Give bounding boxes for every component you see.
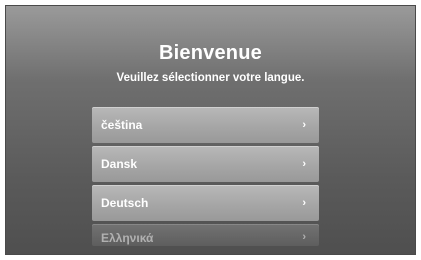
language-item-dansk[interactable]: Dansk ›	[92, 146, 319, 182]
chevron-right-icon: ›	[302, 158, 306, 170]
page-title: Bienvenue	[159, 42, 262, 64]
language-label: Dansk	[101, 157, 138, 171]
chevron-right-icon: ›	[302, 231, 306, 243]
page-subtitle: Veuillez sélectionner votre langue.	[116, 72, 305, 84]
chevron-right-icon: ›	[302, 119, 306, 131]
language-item-cestina[interactable]: čeština ›	[92, 107, 319, 143]
language-item-deutsch[interactable]: Deutsch ›	[92, 185, 319, 221]
language-item-ellinika[interactable]: Ελληνικά ›	[92, 224, 319, 246]
language-list: čeština › Dansk › Deutsch › Ελληνικά ›	[92, 107, 319, 249]
chevron-right-icon: ›	[302, 197, 306, 209]
language-label: Ελληνικά	[101, 231, 154, 245]
language-label: Deutsch	[101, 196, 149, 210]
language-label: čeština	[101, 118, 143, 132]
screen-frame: Bienvenue Veuillez sélectionner votre la…	[5, 5, 416, 255]
